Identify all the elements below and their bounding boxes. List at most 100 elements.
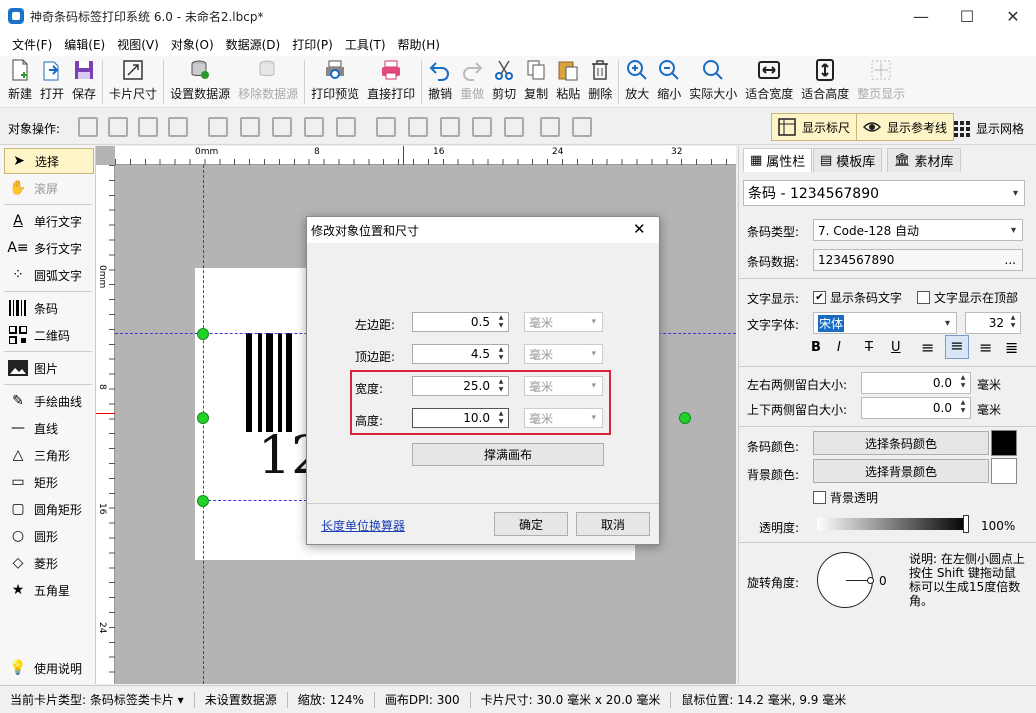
print-preview-button[interactable]: 打印预览 — [307, 56, 363, 106]
ungroup-icon[interactable] — [572, 117, 592, 137]
tool-scroll[interactable]: ✋ 滚屏 — [4, 175, 94, 201]
zoom-out-button[interactable]: 缩小 — [653, 56, 685, 106]
guide-line-vertical[interactable] — [203, 165, 204, 684]
close-button[interactable]: ✕ — [990, 0, 1036, 32]
tool-image[interactable]: 图片 — [4, 355, 94, 381]
layer-bottom-icon[interactable] — [168, 117, 188, 137]
cancel-button[interactable]: 取消 — [576, 512, 650, 536]
tool-freehand[interactable]: ✎ 手绘曲线 — [4, 388, 94, 414]
copy-button[interactable]: 复制 — [520, 56, 552, 106]
undo-button[interactable]: 撤销 — [424, 56, 456, 106]
fit-width-button[interactable]: 适合宽度 — [741, 56, 797, 106]
rotation-knob[interactable] — [867, 577, 874, 584]
strikethrough-button[interactable]: T — [865, 340, 873, 355]
font-select[interactable]: 宋体 — [813, 312, 957, 334]
top-margin-input[interactable]: 4.5 ▲ ▼ — [412, 344, 509, 364]
spinner-icon[interactable]: ▲ ▼ — [496, 346, 506, 362]
align-right-icon[interactable] — [272, 117, 292, 137]
opacity-slider[interactable] — [817, 518, 967, 530]
spinner-icon[interactable]: ▲ ▼ — [958, 374, 968, 390]
layer-down-icon[interactable] — [138, 117, 158, 137]
menu-print[interactable]: 打印(P) — [286, 36, 339, 53]
lr-margin-input[interactable]: 0.0 ▲ ▼ — [861, 372, 971, 394]
full-page-button[interactable]: 整页显示 — [853, 56, 909, 106]
help-button[interactable]: 💡 使用说明 — [4, 655, 94, 681]
tool-diamond[interactable]: ◇ 菱形 — [4, 550, 94, 576]
align-top-icon[interactable] — [376, 117, 396, 137]
card-size-button[interactable]: 卡片尺寸 — [105, 56, 161, 106]
menu-help[interactable]: 帮助(H) — [392, 36, 446, 53]
delete-button[interactable]: 删除 — [584, 56, 616, 106]
tab-templates[interactable]: ▤ 模板库 — [813, 148, 883, 172]
barcode-type-select[interactable]: 7. Code-128 自动 — [813, 219, 1023, 241]
tool-qrcode[interactable]: 二维码 — [4, 322, 94, 348]
resize-handle[interactable] — [197, 328, 209, 340]
open-button[interactable]: 打开 — [36, 56, 68, 106]
bg-color-swatch[interactable] — [991, 458, 1017, 484]
tab-properties[interactable]: ▦ 属性栏 — [743, 148, 813, 172]
menu-file[interactable]: 文件(F) — [6, 36, 58, 53]
layer-top-icon[interactable] — [108, 117, 128, 137]
object-selector[interactable]: 条码 - 1234567890 — [743, 180, 1025, 206]
top-margin-unit-select[interactable]: 毫米 — [524, 344, 603, 364]
paste-button[interactable]: 粘贴 — [552, 56, 584, 106]
align-left-button[interactable]: ≡ — [921, 338, 934, 357]
cut-button[interactable]: 剪切 — [488, 56, 520, 106]
tool-multi-text[interactable]: A≡ 多行文字 — [4, 235, 94, 261]
spinner-icon[interactable]: ▲ ▼ — [496, 314, 506, 330]
more-button[interactable]: ... — [1005, 253, 1016, 267]
bar-color-button[interactable]: 选择条码颜色 — [813, 431, 989, 455]
rotation-dial[interactable] — [817, 552, 874, 608]
underline-button[interactable]: U — [891, 340, 901, 355]
tool-round-rect[interactable]: ▢ 圆角矩形 — [4, 496, 94, 522]
fill-canvas-button[interactable]: 撑满画布 — [412, 443, 604, 466]
show-guides-toggle[interactable]: 显示参考线 — [856, 113, 955, 141]
bg-transparent-checkbox[interactable]: 背景透明 — [813, 489, 878, 506]
text-top-checkbox[interactable]: 文字显示在顶部 — [917, 289, 1018, 306]
bold-button[interactable]: B — [811, 340, 821, 355]
spinner-icon[interactable]: ▲ ▼ — [496, 410, 506, 426]
menu-view[interactable]: 视图(V) — [111, 36, 165, 53]
opacity-slider-thumb[interactable] — [963, 515, 969, 533]
dialog-close-button[interactable]: ✕ — [633, 220, 646, 238]
tool-circle[interactable]: ○ 圆形 — [4, 523, 94, 549]
tool-select[interactable]: ➤ 选择 — [4, 148, 94, 174]
show-text-checkbox[interactable]: ✔ 显示条码文字 — [813, 289, 902, 306]
redo-button[interactable]: 重做 — [456, 56, 488, 106]
layer-up-icon[interactable] — [78, 117, 98, 137]
left-margin-unit-select[interactable]: 毫米 — [524, 312, 603, 332]
menu-tools[interactable]: 工具(T) — [339, 36, 392, 53]
resize-handle[interactable] — [197, 412, 209, 424]
italic-button[interactable]: I — [837, 340, 841, 355]
height-unit-select[interactable]: 毫米 — [524, 408, 603, 428]
set-datasource-button[interactable]: 设置数据源 — [166, 56, 234, 106]
align-center-button[interactable]: ≡ — [945, 335, 969, 359]
save-button[interactable]: 保存 — [68, 56, 100, 106]
tool-line[interactable]: — 直线 — [4, 415, 94, 441]
distribute-v-icon[interactable] — [336, 117, 356, 137]
spinner-icon[interactable]: ▲ ▼ — [958, 399, 968, 415]
width-input[interactable]: 25.0 ▲ ▼ — [412, 376, 509, 396]
menu-edit[interactable]: 编辑(E) — [58, 36, 111, 53]
tool-star[interactable]: ★ 五角星 — [4, 577, 94, 603]
align-bottom-icon[interactable] — [440, 117, 460, 137]
tb-margin-input[interactable]: 0.0 ▲ ▼ — [861, 397, 971, 419]
same-height-icon[interactable] — [504, 117, 524, 137]
tool-rect[interactable]: ▭ 矩形 — [4, 469, 94, 495]
align-center-icon[interactable] — [240, 117, 260, 137]
card-type-status[interactable]: 当前卡片类型: 条码标签类卡片 ▾ — [0, 691, 195, 708]
align-right-button[interactable]: ≡ — [979, 338, 992, 357]
actual-size-button[interactable]: 实际大小 — [685, 56, 741, 106]
direct-print-button[interactable]: 直接打印 — [363, 56, 419, 106]
maximize-button[interactable]: ☐ — [944, 0, 990, 32]
menu-datasource[interactable]: 数据源(D) — [220, 36, 287, 53]
show-grid-toggle[interactable]: 显示网格 — [954, 120, 1024, 137]
barcode-data-input[interactable]: 1234567890... — [813, 249, 1023, 271]
distribute-h-icon[interactable] — [304, 117, 324, 137]
spinner-icon[interactable]: ▲ ▼ — [496, 378, 506, 394]
zoom-in-button[interactable]: 放大 — [621, 56, 653, 106]
rotate-handle[interactable] — [679, 412, 691, 424]
fit-height-button[interactable]: 适合高度 — [797, 56, 853, 106]
left-margin-input[interactable]: 0.5 ▲ ▼ — [412, 312, 509, 332]
tab-assets[interactable]: 🏛 素材库 — [887, 148, 961, 172]
